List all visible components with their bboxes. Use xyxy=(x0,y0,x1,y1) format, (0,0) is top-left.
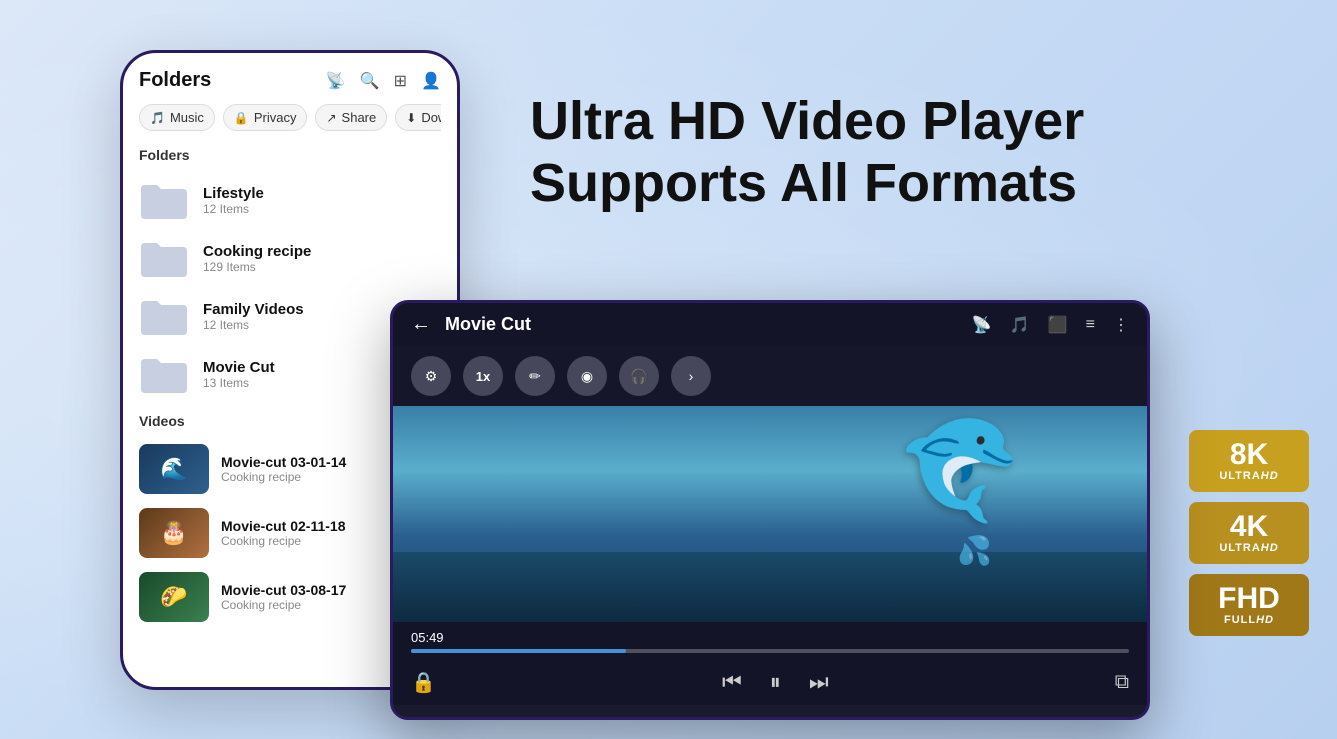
transport-left: 🔒 xyxy=(411,670,436,695)
progress-area: 05:49 xyxy=(393,622,1147,659)
folder-info-family: Family Videos 12 Items xyxy=(203,301,304,332)
video-name-2: Movie-cut 02-11-18 xyxy=(221,518,346,534)
video-name-1: Movie-cut 03-01-14 xyxy=(221,454,346,470)
badge-8k-label: ULTRAHD xyxy=(1219,470,1278,482)
tab-share[interactable]: ↗ Share xyxy=(315,104,387,131)
resolution-badges: 8K ULTRAHD 4K ULTRAHD FHD FULLHD xyxy=(1189,430,1309,636)
music-chip-icon: 🎵 xyxy=(150,111,165,125)
folder-sub-moviecut: 13 Items xyxy=(203,376,275,390)
video-controls-top: ⚙ 1x ✏ ◉ 🎧 › xyxy=(393,346,1147,406)
folder-icon-family xyxy=(139,295,189,337)
folder-name-family: Family Videos xyxy=(203,301,304,318)
folder-item-cooking[interactable]: Cooking recipe 129 Items xyxy=(139,229,441,287)
folder-sub-family: 12 Items xyxy=(203,318,304,332)
grid-icon[interactable]: ⊞ xyxy=(394,71,407,91)
video-info-3: Movie-cut 03-08-17 Cooking recipe xyxy=(221,582,346,612)
video-frame: 🐬 💦 xyxy=(393,406,1147,622)
share-chip-icon: ↗ xyxy=(326,111,336,125)
record-button[interactable]: ◉ xyxy=(567,356,607,396)
tabs-row: 🎵 Music 🔒 Privacy ↗ Share ⬇ Download xyxy=(139,104,441,131)
cast-icon[interactable]: 📡 xyxy=(326,71,346,91)
back-button[interactable]: ← xyxy=(411,313,431,336)
badge-4k-num: 4K xyxy=(1230,512,1268,542)
folders-section-label: Folders xyxy=(139,147,441,163)
splash-effect: 💦 xyxy=(957,534,992,567)
progress-bar-background[interactable] xyxy=(411,649,1129,653)
video-sub-3: Cooking recipe xyxy=(221,598,346,612)
phone-header: Folders 📡 🔍 ⊞ 👤 xyxy=(139,69,441,92)
tablet-header-left: ← Movie Cut xyxy=(411,313,531,336)
tablet-header: ← Movie Cut 📡 🎵 ⬛ ≡ ⋮ xyxy=(393,303,1147,346)
skip-forward-button[interactable]: ⏭ xyxy=(809,669,829,695)
lock-icon[interactable]: 🔒 xyxy=(411,670,436,695)
folder-name-moviecut: Movie Cut xyxy=(203,359,275,376)
folder-info-moviecut: Movie Cut 13 Items xyxy=(203,359,275,390)
video-name-3: Movie-cut 03-08-17 xyxy=(221,582,346,598)
badge-8k-num: 8K xyxy=(1230,440,1268,470)
tablet-video-title: Movie Cut xyxy=(445,314,531,335)
folder-info-cooking: Cooking recipe 129 Items xyxy=(203,243,311,274)
transport-center: ⏮ ⏸ ⏭ xyxy=(722,669,829,695)
phone-header-icons: 📡 🔍 ⊞ 👤 xyxy=(326,71,441,91)
video-sub-1: Cooking recipe xyxy=(221,470,346,484)
water-layer xyxy=(393,552,1147,622)
video-info-2: Movie-cut 02-11-18 Cooking recipe xyxy=(221,518,346,548)
video-thumb-2: 🎂 xyxy=(139,508,209,558)
folder-sub-cooking: 129 Items xyxy=(203,260,311,274)
tab-privacy[interactable]: 🔒 Privacy xyxy=(223,104,308,131)
folder-sub-lifestyle: 12 Items xyxy=(203,202,264,216)
audio-button[interactable]: 🎧 xyxy=(619,356,659,396)
transport-controls: 🔒 ⏮ ⏸ ⏭ ⧉ xyxy=(393,659,1147,705)
folder-name-lifestyle: Lifestyle xyxy=(203,185,264,202)
skip-back-button[interactable]: ⏮ xyxy=(722,669,742,695)
badge-8k: 8K ULTRAHD xyxy=(1189,430,1309,492)
tab-privacy-label: Privacy xyxy=(254,110,297,125)
folder-info-lifestyle: Lifestyle 12 Items xyxy=(203,185,264,216)
equalizer-button[interactable]: ⚙ xyxy=(411,356,451,396)
more-icon-tablet[interactable]: ⋮ xyxy=(1113,315,1129,335)
tab-music-label: Music xyxy=(170,110,204,125)
speed-button[interactable]: 1x xyxy=(463,356,503,396)
folder-icon-moviecut xyxy=(139,353,189,395)
cast-icon-tablet[interactable]: 📡 xyxy=(972,315,992,335)
tab-download-label: Download xyxy=(421,110,441,125)
pause-button[interactable]: ⏸ xyxy=(770,669,781,695)
folder-icon-lifestyle xyxy=(139,179,189,221)
tablet-header-right: 📡 🎵 ⬛ ≡ ⋮ xyxy=(972,315,1129,335)
tablet-mockup: ← Movie Cut 📡 🎵 ⬛ ≡ ⋮ ⚙ 1x ✏ ◉ 🎧 › 🐬 💦 0… xyxy=(390,300,1150,720)
more-controls-button[interactable]: › xyxy=(671,356,711,396)
tab-download[interactable]: ⬇ Download xyxy=(395,104,441,131)
headline-block: Ultra HD Video Player Supports All Forma… xyxy=(530,90,1180,214)
video-sub-2: Cooking recipe xyxy=(221,534,346,548)
pip-button[interactable]: ⧉ xyxy=(1115,671,1129,694)
badge-fhd-num: FHD xyxy=(1218,584,1280,614)
subtitle-icon-tablet[interactable]: ⬛ xyxy=(1048,315,1068,335)
tab-music[interactable]: 🎵 Music xyxy=(139,104,215,131)
progress-fill xyxy=(411,649,626,653)
folder-name-cooking: Cooking recipe xyxy=(203,243,311,260)
badge-fhd: FHD FULLHD xyxy=(1189,574,1309,636)
profile-icon[interactable]: 👤 xyxy=(421,71,441,91)
download-chip-icon: ⬇ xyxy=(406,111,416,125)
folder-icon-cooking xyxy=(139,237,189,279)
badge-fhd-label: FULLHD xyxy=(1224,614,1274,626)
video-thumb-1: 🌊 xyxy=(139,444,209,494)
edit-button[interactable]: ✏ xyxy=(515,356,555,396)
transport-right: ⧉ xyxy=(1115,671,1129,694)
badge-4k: 4K ULTRAHD xyxy=(1189,502,1309,564)
folder-item-lifestyle[interactable]: Lifestyle 12 Items xyxy=(139,171,441,229)
lock-chip-icon: 🔒 xyxy=(234,111,249,125)
phone-title: Folders xyxy=(139,69,211,92)
search-icon[interactable]: 🔍 xyxy=(360,71,380,91)
video-thumb-3: 🌮 xyxy=(139,572,209,622)
dolphin-illustration: 🐬 xyxy=(889,406,1040,547)
tab-share-label: Share xyxy=(342,110,377,125)
music-icon-tablet[interactable]: 🎵 xyxy=(1010,315,1030,335)
badge-4k-label: ULTRAHD xyxy=(1219,542,1278,554)
video-info-1: Movie-cut 03-01-14 Cooking recipe xyxy=(221,454,346,484)
headline-text: Ultra HD Video Player Supports All Forma… xyxy=(530,90,1180,214)
time-label: 05:49 xyxy=(411,630,1129,645)
playlist-icon-tablet[interactable]: ≡ xyxy=(1086,316,1095,334)
